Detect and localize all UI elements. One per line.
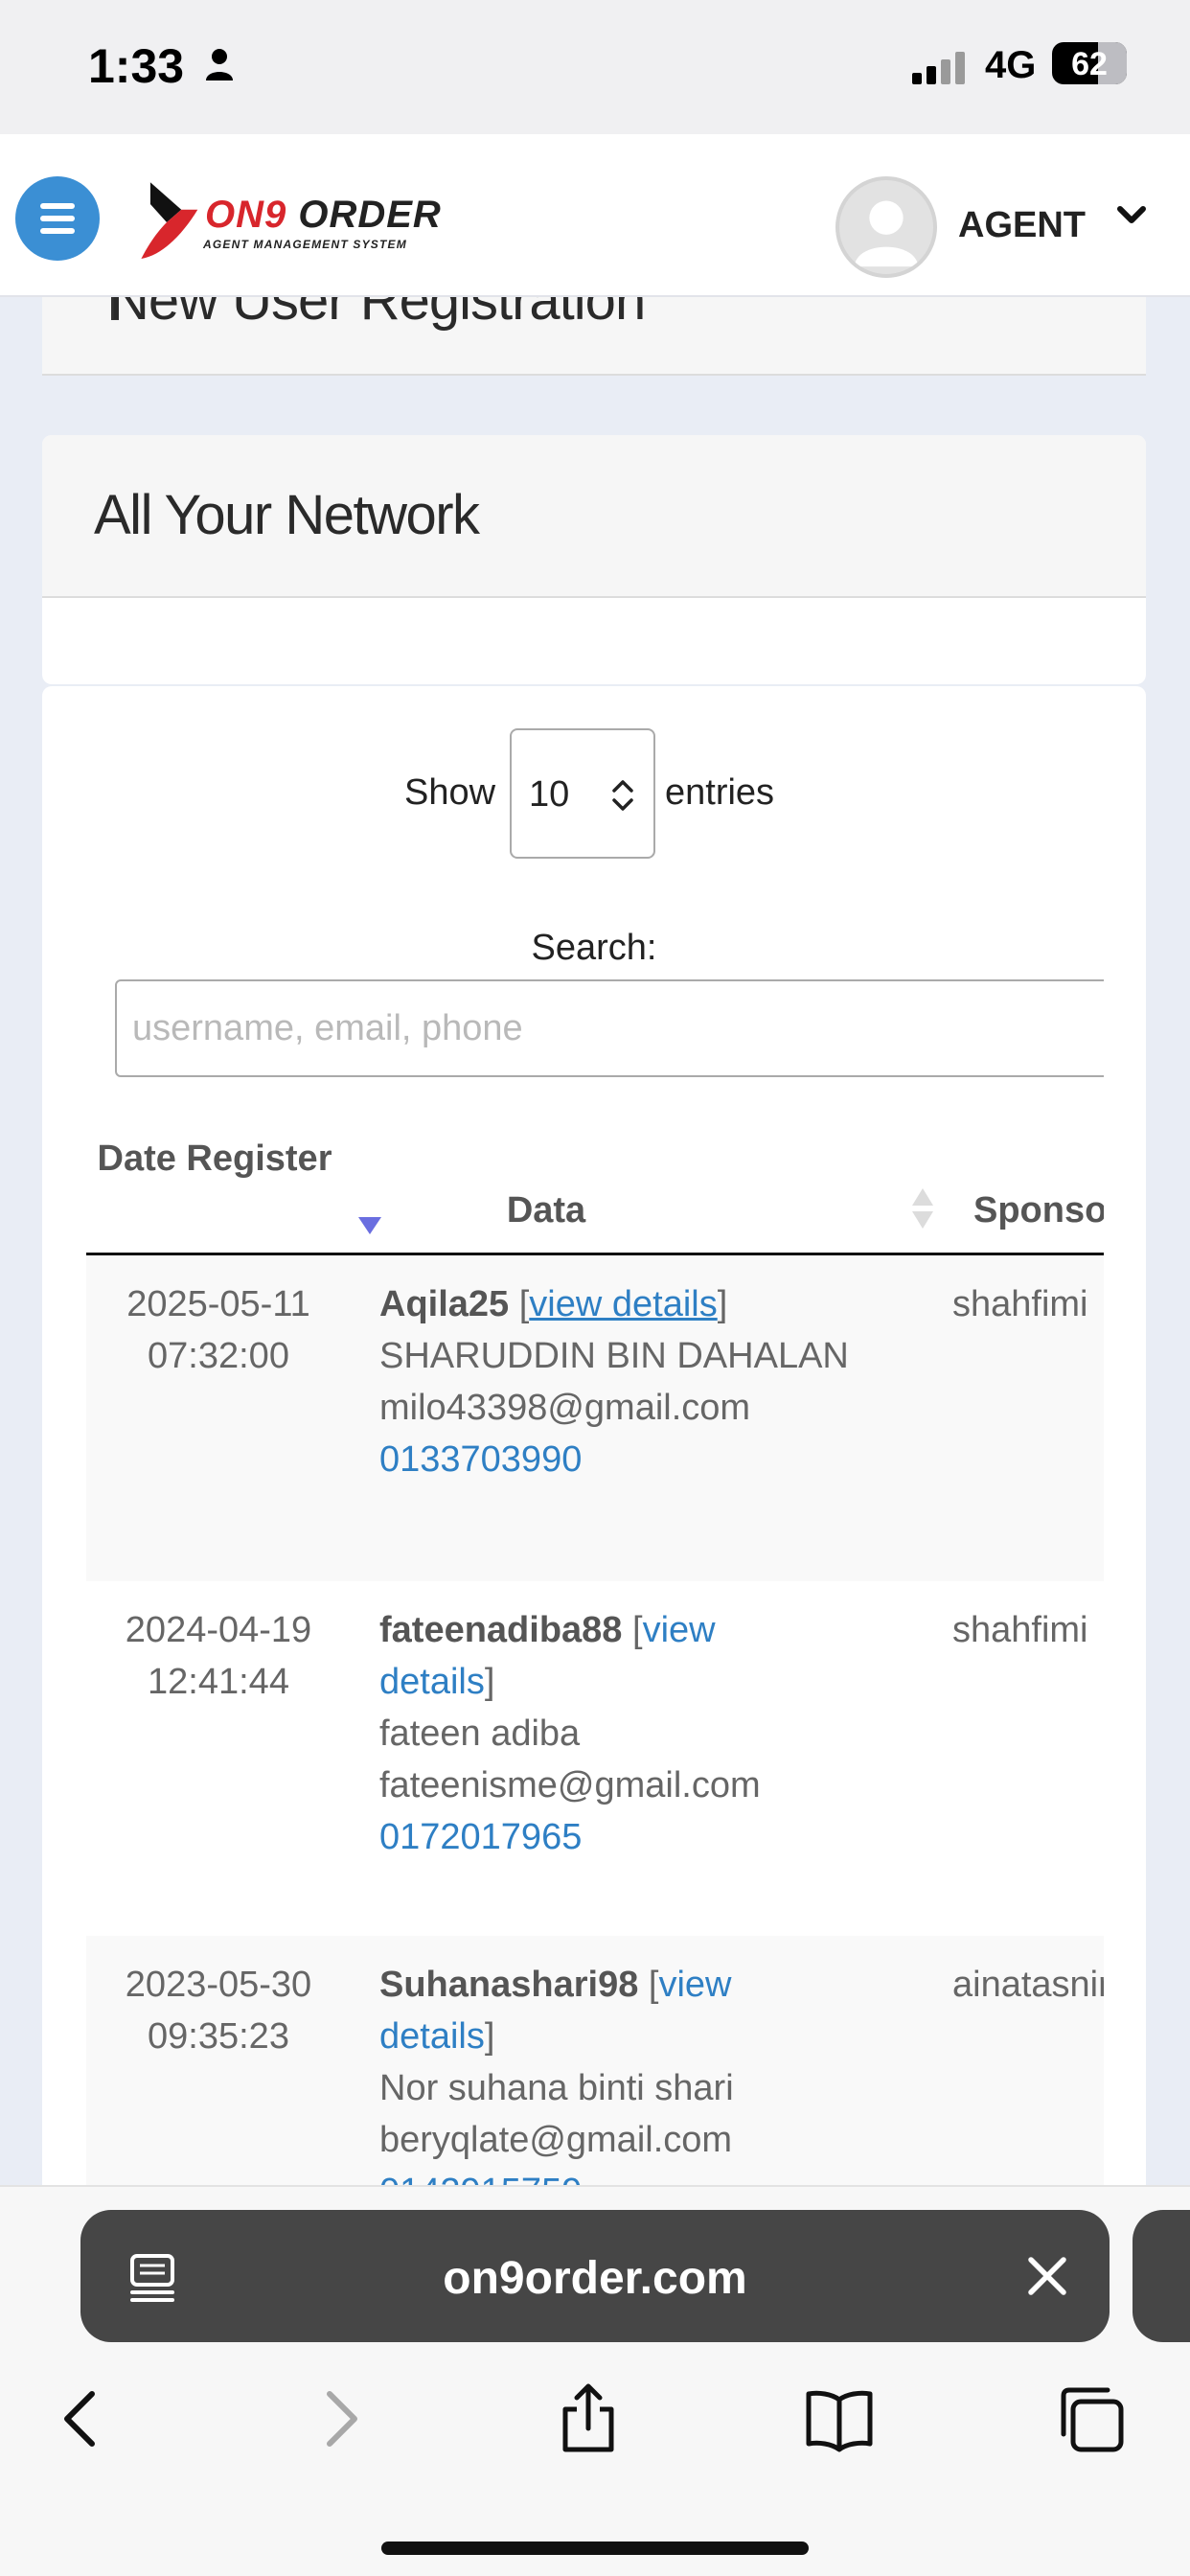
time-text: 07:32:00 — [148, 1336, 289, 1376]
browser-toolbar: on9order.com — [0, 2185, 1190, 2576]
date-cell: 2024-04-19 12:41:44 — [86, 1604, 351, 1708]
entries-label: entries — [665, 772, 775, 813]
entries-length-select[interactable]: 10 — [510, 728, 655, 859]
tabs-icon[interactable] — [1054, 2382, 1127, 2455]
hamburger-menu-button[interactable] — [15, 176, 100, 261]
table-row: 2023-05-30 09:35:23 Suhanashari98 [view … — [86, 1936, 1104, 2220]
column-header-data[interactable]: Data — [374, 1184, 719, 1236]
new-user-registration-card: New User Registration — [42, 297, 1146, 376]
data-cell: fateenadiba88 [view details] fateen adib… — [379, 1604, 916, 1863]
sponsor-cell: shahfimi — [952, 1284, 1088, 1324]
chevron-down-icon[interactable] — [1115, 199, 1148, 232]
email: fateenisme@gmail.com — [379, 1765, 761, 1806]
sponsor-cell: ainatasnir — [952, 1965, 1104, 2005]
search-label: Search: — [531, 928, 657, 968]
person-icon — [206, 49, 233, 80]
section-title: New User Registration — [109, 297, 646, 332]
status-bar: 1:33 4G 62 — [0, 0, 1190, 134]
brand-name: ON9 ORDER — [205, 194, 442, 236]
user-avatar-icon — [854, 200, 919, 267]
sort-both-icon[interactable] — [910, 1186, 935, 1230]
full-name: SHARUDDIN BIN DAHALAN — [379, 1336, 849, 1376]
url-text: on9order.com — [443, 2253, 747, 2304]
view-details-link[interactable]: view details — [529, 1284, 717, 1324]
brand-logo[interactable]: ON9 ORDER AGENT MANAGEMENT SYSTEM — [130, 176, 441, 272]
phone-link[interactable]: 0133703990 — [379, 1434, 916, 1485]
time-text: 09:35:23 — [148, 2016, 289, 2057]
username: fateenadiba88 — [379, 1610, 623, 1650]
home-indicator — [381, 2542, 809, 2555]
time-text: 12:41:44 — [148, 1662, 289, 1702]
search-input[interactable] — [115, 979, 1146, 1077]
email: beryqlate@gmail.com — [379, 2120, 733, 2160]
phone-link[interactable]: 0172017965 — [379, 1811, 916, 1863]
show-label: Show — [404, 772, 496, 813]
signal-icon — [912, 52, 965, 84]
date-cell: 2025-05-11 07:32:00 — [86, 1278, 351, 1382]
username: Aqila25 — [379, 1284, 510, 1324]
forward-icon[interactable] — [303, 2382, 376, 2455]
network-card: All Your Network — [42, 435, 1146, 684]
address-bar[interactable]: on9order.com — [80, 2210, 1110, 2342]
battery-icon: 62 — [1052, 42, 1127, 84]
view-details-link[interactable]: view — [658, 1965, 731, 2005]
email: milo43398@gmail.com — [379, 1388, 751, 1428]
view-details-link[interactable]: view — [643, 1610, 716, 1650]
bookmarks-icon[interactable] — [803, 2382, 876, 2455]
view-details-link-cont[interactable]: details — [379, 2016, 485, 2057]
status-time: 1:33 — [88, 39, 185, 93]
entries-value: 10 — [529, 774, 570, 815]
top-navbar: ON9 ORDER AGENT MANAGEMENT SYSTEM AGENT — [0, 134, 1190, 297]
date-text: 2025-05-11 — [126, 1284, 310, 1324]
table-row: 2025-05-11 07:32:00 Aqila25 [view detail… — [86, 1255, 1104, 1581]
date-text: 2024-04-19 — [125, 1610, 312, 1650]
column-header-date-register[interactable]: Date Register — [86, 1133, 343, 1184]
network-type: 4G — [985, 44, 1037, 86]
network-card-header: All Your Network — [42, 435, 1146, 598]
date-cell: 2023-05-30 09:35:23 — [86, 1959, 351, 2062]
full-name: Nor suhana binti shari — [379, 2068, 734, 2108]
date-text: 2023-05-30 — [125, 1965, 312, 2005]
page-title: All Your Network — [94, 484, 480, 546]
next-tab-pill[interactable] — [1133, 2210, 1190, 2342]
data-cell: Suhanashari98 [view details] Nor suhana … — [379, 1959, 916, 2218]
table-row: 2024-04-19 12:41:44 fateenadiba88 [view … — [86, 1581, 1104, 1936]
select-updown-icon — [612, 780, 633, 811]
table-header: Date Register Data Sponsor — [86, 1117, 1121, 1255]
sponsor-cell: shahfimi — [952, 1610, 1088, 1650]
user-role-label[interactable]: AGENT — [958, 205, 1086, 246]
battery-level: 62 — [1071, 46, 1108, 82]
avatar[interactable] — [835, 176, 937, 278]
username: Suhanashari98 — [379, 1965, 639, 2005]
logo-mark-icon — [141, 182, 198, 259]
view-details-link-cont[interactable]: details — [379, 1662, 485, 1702]
table-scroll-clip — [1104, 964, 1146, 2220]
brand-tagline: AGENT MANAGEMENT SYSTEM — [203, 238, 407, 251]
close-icon[interactable] — [1025, 2254, 1069, 2298]
network-table-card: Show 10 entries Search: Date Register Da… — [42, 686, 1146, 2220]
data-cell: Aqila25 [view details] SHARUDDIN BIN DAH… — [379, 1278, 916, 1485]
back-icon[interactable] — [46, 2382, 119, 2455]
share-icon[interactable] — [552, 2382, 625, 2455]
full-name: fateen adiba — [379, 1714, 581, 1754]
